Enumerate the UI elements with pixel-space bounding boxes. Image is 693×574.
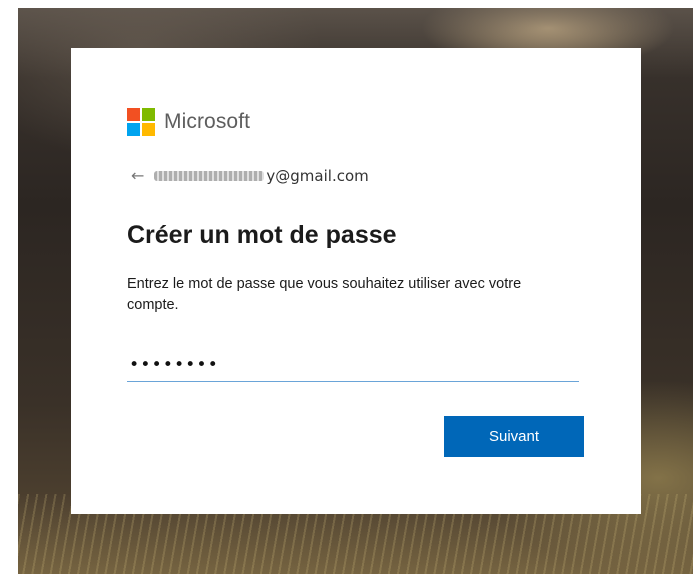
logo-square-blue <box>127 123 140 136</box>
logo-square-green <box>142 108 155 121</box>
microsoft-logo-icon <box>127 108 155 136</box>
identity-email: y@gmail.com <box>266 166 369 185</box>
back-arrow-icon[interactable]: ← <box>131 166 144 185</box>
page-description: Entrez le mot de passe que vous souhaite… <box>127 276 522 313</box>
identity-banner: ← y@gmail.com <box>131 166 369 185</box>
redacted-email-part <box>154 170 265 181</box>
microsoft-logo: Microsoft <box>127 108 250 136</box>
logo-square-red <box>127 108 140 121</box>
signup-card: Microsoft ← y@gmail.com Créer un mot de … <box>71 48 641 514</box>
logo-text: Microsoft <box>164 110 251 133</box>
page-title: Créer un mot de passe <box>127 221 397 249</box>
password-input[interactable] <box>127 348 579 382</box>
next-button[interactable]: Suivant <box>444 416 584 457</box>
logo-square-yellow <box>142 123 155 136</box>
